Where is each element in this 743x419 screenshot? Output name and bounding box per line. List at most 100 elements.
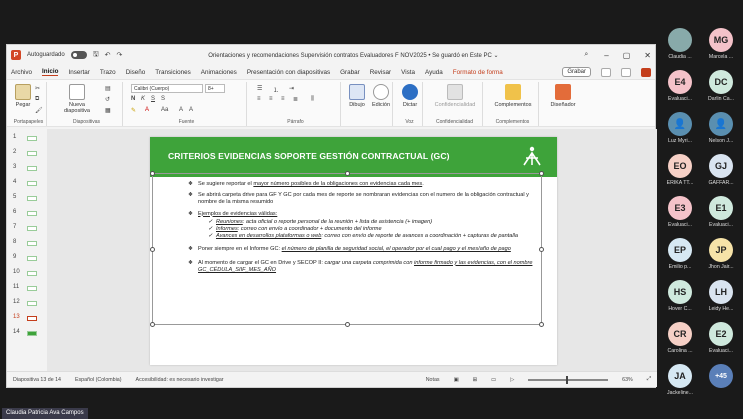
resize-handle-tr[interactable] — [539, 171, 544, 176]
menu-insertar[interactable]: Insertar — [68, 69, 89, 76]
participant-tile[interactable]: JA Jackeline... — [660, 364, 700, 402]
slideshow-icon[interactable]: ▷ — [510, 377, 514, 383]
participant-tile[interactable]: DC Darlin Ca... — [701, 70, 741, 108]
participant-tile[interactable]: EP Emilio p... — [660, 238, 700, 276]
thumb-8[interactable]: 8 — [11, 236, 47, 251]
resize-handle-bl[interactable] — [150, 322, 155, 327]
menu-animaciones[interactable]: Animaciones — [201, 69, 237, 76]
paste-icon[interactable] — [15, 84, 31, 100]
menu-transiciones[interactable]: Transiciones — [155, 69, 190, 76]
participant-tile[interactable]: 👤 Nelson J... — [701, 112, 741, 150]
draw-icon[interactable] — [349, 84, 365, 100]
menu-grabar[interactable]: Grabar — [340, 69, 360, 76]
grow-font-icon[interactable]: A — [179, 107, 183, 113]
resize-handle-tc[interactable] — [345, 171, 350, 176]
menu-vista[interactable]: Vista — [401, 69, 415, 76]
sorter-view-icon[interactable]: ⊞ — [473, 377, 477, 383]
align-right-icon[interactable]: ≡ — [281, 96, 285, 102]
columns-icon[interactable]: ⫼ — [311, 96, 314, 103]
menu-trazo[interactable]: Trazo — [100, 69, 116, 76]
thumb-13[interactable]: 13 — [11, 311, 47, 326]
thumb-14[interactable]: 14 — [11, 326, 47, 341]
shrink-font-icon[interactable]: A — [189, 107, 193, 113]
save-icon[interactable]: 🖫 — [93, 50, 99, 61]
copy-icon[interactable]: ⧉ — [35, 96, 39, 103]
thumb-7[interactable]: 7 — [11, 221, 47, 236]
font-name-field[interactable]: Calibri (Cuerpo) — [131, 84, 203, 93]
present-icon[interactable] — [621, 67, 631, 77]
align-center-icon[interactable]: ≡ — [269, 96, 273, 102]
participant-tile[interactable]: E3 Evaluaci... — [660, 196, 700, 234]
menu-revisar[interactable]: Revisar — [370, 69, 391, 76]
case-icon[interactable]: Aa — [161, 107, 168, 113]
undo-icon[interactable]: ↶ — [105, 51, 111, 59]
thumb-5[interactable]: 5 — [11, 191, 47, 206]
thumb-10[interactable]: 10 — [11, 266, 47, 281]
record-button[interactable]: Grabar — [562, 67, 591, 77]
numbering-icon[interactable]: ⒈ — [273, 85, 279, 94]
thumb-2[interactable]: 2 — [11, 146, 47, 161]
current-slide[interactable]: CRITERIOS EVIDENCIAS SOPORTE GESTIÓN CON… — [150, 137, 557, 365]
resize-handle-bc[interactable] — [345, 322, 350, 327]
more-participants-button[interactable]: +45 — [709, 364, 733, 388]
thumb-12[interactable]: 12 — [11, 296, 47, 311]
thumb-1[interactable]: 1 — [11, 131, 47, 146]
align-left-icon[interactable]: ≡ — [257, 96, 261, 102]
menu-ayuda[interactable]: Ayuda — [425, 69, 443, 76]
participant-tile[interactable]: JP Jhon Jair... — [701, 238, 741, 276]
reading-view-icon[interactable]: ▭ — [491, 377, 496, 383]
new-slide-icon[interactable] — [69, 84, 85, 100]
layout-icon[interactable]: ▤ — [105, 85, 111, 92]
maximize-icon[interactable]: ▢ — [623, 51, 631, 60]
accessibility-status[interactable]: Accesibilidad: es necesario investigar — [136, 377, 224, 383]
participant-tile[interactable]: 👤 Luz Myri... — [660, 112, 700, 150]
autosave-toggle[interactable] — [70, 51, 87, 59]
format-painter-icon[interactable]: 🖌 — [35, 107, 43, 114]
font-size-field[interactable]: 8+ — [205, 84, 225, 93]
comments-icon[interactable] — [601, 67, 611, 77]
menu-presentacion[interactable]: Presentación con diapositivas — [247, 69, 330, 76]
resize-handle-br[interactable] — [539, 322, 544, 327]
font-color-icon[interactable]: A — [145, 107, 149, 113]
italic-icon[interactable]: K — [141, 96, 145, 102]
bold-icon[interactable]: N — [131, 96, 135, 102]
participant-tile[interactable]: E1 Evaluaci... — [701, 196, 741, 234]
menu-inicio[interactable]: Inicio — [42, 68, 59, 76]
strikethrough-icon[interactable]: S — [161, 96, 165, 102]
confidentiality-icon[interactable] — [447, 84, 463, 100]
designer-icon[interactable] — [555, 84, 571, 100]
participant-tile[interactable]: E2 Evaluaci... — [701, 322, 741, 360]
thumb-9[interactable]: 9 — [11, 251, 47, 266]
reset-icon[interactable]: ↺ — [105, 96, 110, 103]
normal-view-icon[interactable]: ▣ — [454, 377, 459, 383]
document-title[interactable]: Orientaciones y recomendaciones Supervis… — [128, 52, 578, 59]
thumb-6[interactable]: 6 — [11, 206, 47, 221]
menu-diseno[interactable]: Diseño — [126, 69, 146, 76]
underline-icon[interactable]: S — [151, 96, 155, 102]
menu-archivo[interactable]: Archivo — [11, 69, 32, 76]
minimize-icon[interactable]: – — [604, 51, 608, 60]
participant-tile[interactable]: EO ERIKA TT... — [660, 154, 700, 192]
section-icon[interactable]: ▦ — [105, 107, 111, 114]
cut-icon[interactable]: ✂ — [35, 85, 40, 92]
highlight-icon[interactable]: ✎ — [131, 107, 136, 114]
thumb-3[interactable]: 3 — [11, 161, 47, 176]
addins-icon[interactable] — [505, 84, 521, 100]
search-icon[interactable]: ⌕ — [584, 51, 588, 59]
resize-handle-ml[interactable] — [150, 247, 155, 252]
participant-tile[interactable]: HS Hover C... — [660, 280, 700, 318]
participant-tile[interactable]: E4 Evaluaci... — [660, 70, 700, 108]
justify-icon[interactable]: ≣ — [293, 96, 298, 103]
menu-formato-forma[interactable]: Formato de forma — [453, 69, 503, 76]
participant-tile[interactable]: +45 — [701, 364, 741, 402]
zoom-level[interactable]: 63% — [622, 377, 633, 383]
participant-tile[interactable]: CR Carolina ... — [660, 322, 700, 360]
resize-handle-tl[interactable] — [150, 171, 155, 176]
bullets-icon[interactable]: ☰ — [257, 85, 262, 92]
slide-title[interactable]: CRITERIOS EVIDENCIAS SOPORTE GESTIÓN CON… — [168, 151, 450, 161]
participant-tile[interactable]: GJ GAFFAR... — [701, 154, 741, 192]
fit-window-icon[interactable]: ⤢ — [647, 376, 651, 383]
microphone-icon[interactable] — [402, 84, 418, 100]
thumb-11[interactable]: 11 — [11, 281, 47, 296]
redo-icon[interactable]: ↷ — [117, 51, 123, 59]
